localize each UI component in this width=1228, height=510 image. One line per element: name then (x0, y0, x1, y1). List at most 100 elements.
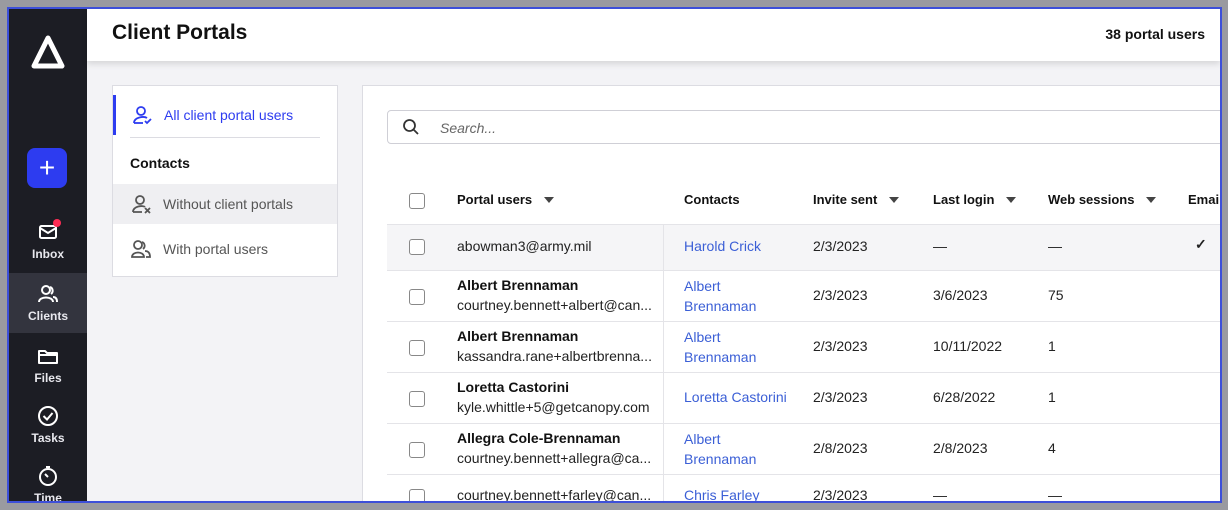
web-sessions: 75 (1048, 287, 1064, 303)
invite-sent: 2/8/2023 (813, 440, 868, 456)
contact-link[interactable]: Chris Farley (684, 485, 759, 501)
sidebar-item-label: Time (34, 491, 62, 503)
column-separator (663, 424, 664, 474)
table-row[interactable]: Albert Brennaman courtney.bennett+albert… (387, 270, 1220, 321)
portal-user-name: Allegra Cole-Brennaman (457, 430, 621, 446)
portal-user-email: kassandra.rane+albertbrenna... (457, 348, 652, 364)
sidebar-item-time[interactable]: Time (9, 465, 87, 503)
portal-user-email: abowman3@army.mil (457, 238, 592, 254)
clients-icon (38, 285, 58, 303)
last-login: — (933, 238, 947, 254)
page-title: Client Portals (112, 21, 248, 44)
sidebar-item-label: Tasks (31, 431, 65, 445)
last-login: — (933, 487, 947, 503)
filter-label: All client portal users (164, 107, 294, 123)
portal-user-name: Loretta Castorini (457, 379, 570, 395)
folder-icon (38, 350, 58, 364)
sidebar-item-label: Inbox (32, 247, 64, 261)
web-sessions: 1 (1048, 338, 1056, 354)
contact-link-line: Albert (684, 329, 721, 345)
column-separator (663, 271, 664, 321)
row-checkbox[interactable] (409, 340, 425, 356)
contact-link[interactable]: Harold Crick (684, 236, 761, 256)
last-login: 2/8/2023 (933, 440, 988, 456)
web-sessions: — (1048, 238, 1062, 254)
filter-without-client-portals[interactable]: Without client portals (113, 184, 337, 224)
contact-link-line: Albert (684, 431, 721, 447)
table-header: Portal users Contacts Invite sent Last l… (387, 178, 1222, 224)
row-checkbox[interactable] (409, 239, 425, 255)
sidebar-item-clients[interactable]: Clients (9, 273, 87, 333)
contact-link-line: Albert (684, 278, 721, 294)
email-check-icon: ✓ (1195, 236, 1207, 252)
web-sessions: — (1048, 487, 1062, 503)
portal-user-email: courtney.bennett+albert@can... (457, 297, 652, 313)
portal-user-count: 38 portal users (1105, 26, 1205, 42)
header-label: Portal users (457, 192, 533, 207)
sort-caret-icon[interactable] (1146, 196, 1157, 203)
search-icon (403, 119, 419, 135)
header-label: Email (1188, 192, 1222, 207)
row-checkbox[interactable] (409, 289, 425, 305)
row-checkbox[interactable] (409, 391, 425, 407)
notification-dot (53, 219, 61, 227)
canopy-logo[interactable] (31, 35, 65, 69)
user-x-icon (132, 195, 151, 214)
row-checkbox[interactable] (409, 442, 425, 458)
header: Client Portals 38 portal users (87, 9, 1220, 61)
contact-link-line: Brennaman (684, 451, 757, 467)
column-separator (663, 373, 664, 423)
sidebar-item-tasks[interactable]: Tasks (9, 405, 87, 461)
table-row[interactable]: courtney.bennett+farley@can... Chris Far… (387, 474, 1220, 503)
last-login: 6/28/2022 (933, 389, 996, 405)
sidebar-item-inbox[interactable]: Inbox (9, 219, 87, 277)
col-portal-users[interactable]: Portal users (457, 192, 555, 207)
contact-link-line: Brennaman (684, 349, 757, 365)
divider (130, 137, 320, 138)
col-email: Email (1188, 192, 1222, 207)
table-row[interactable]: Allegra Cole-Brennaman courtney.bennett+… (387, 423, 1220, 474)
contact-link[interactable]: Albert Brennaman (684, 276, 756, 316)
timer-icon (39, 466, 57, 486)
invite-sent: 2/3/2023 (813, 487, 868, 503)
contacts-heading: Contacts (130, 155, 190, 171)
select-all-checkbox[interactable] (409, 193, 425, 209)
portal-users-table: Portal users Contacts Invite sent Last l… (387, 178, 1222, 503)
contact-link[interactable]: Loretta Castorini (684, 387, 787, 407)
col-contacts: Contacts (684, 192, 740, 207)
header-label: Invite sent (813, 192, 878, 207)
check-circle-icon (38, 406, 58, 426)
column-separator (663, 322, 664, 372)
sort-caret-icon[interactable] (544, 196, 555, 203)
col-web-sessions[interactable]: Web sessions (1048, 192, 1157, 207)
search-input[interactable] (438, 116, 1142, 140)
filter-with-portal-users[interactable]: With portal users (113, 229, 337, 269)
sidebar-item-label: Clients (27, 309, 68, 323)
column-separator (663, 475, 664, 501)
row-checkbox[interactable] (409, 489, 425, 501)
portal-user-email: kyle.whittle+5@getcanopy.com (457, 399, 650, 415)
contact-link[interactable]: Albert Brennaman (684, 327, 756, 367)
header-label: Last login (933, 192, 995, 207)
contact-link[interactable]: Albert Brennaman (684, 429, 756, 469)
invite-sent: 2/3/2023 (813, 389, 868, 405)
col-last-login[interactable]: Last login (933, 192, 1017, 207)
sort-caret-icon[interactable] (889, 196, 900, 203)
invite-sent: 2/3/2023 (813, 287, 868, 303)
web-sessions: 4 (1048, 440, 1056, 456)
sidebar-item-files[interactable]: Files (9, 345, 87, 401)
web-sessions: 1 (1048, 389, 1056, 405)
sidebar-item-label: Files (34, 371, 62, 385)
sort-caret-icon[interactable] (1006, 196, 1017, 203)
contact-link-line: Brennaman (684, 298, 757, 314)
user-check-icon (133, 106, 152, 125)
add-button[interactable]: + (27, 148, 67, 188)
col-invite-sent[interactable]: Invite sent (813, 192, 900, 207)
filter-panel: All client portal users Contacts Without… (112, 85, 338, 277)
table-row[interactable]: abowman3@army.mil Harold Crick 2/3/2023 … (387, 224, 1220, 270)
filter-all-portal-users[interactable]: All client portal users (113, 95, 337, 135)
table-row[interactable]: Loretta Castorini kyle.whittle+5@getcano… (387, 372, 1220, 423)
invite-sent: 2/3/2023 (813, 238, 868, 254)
filter-label: Without client portals (163, 196, 293, 212)
table-row[interactable]: Albert Brennaman kassandra.rane+albertbr… (387, 321, 1220, 372)
